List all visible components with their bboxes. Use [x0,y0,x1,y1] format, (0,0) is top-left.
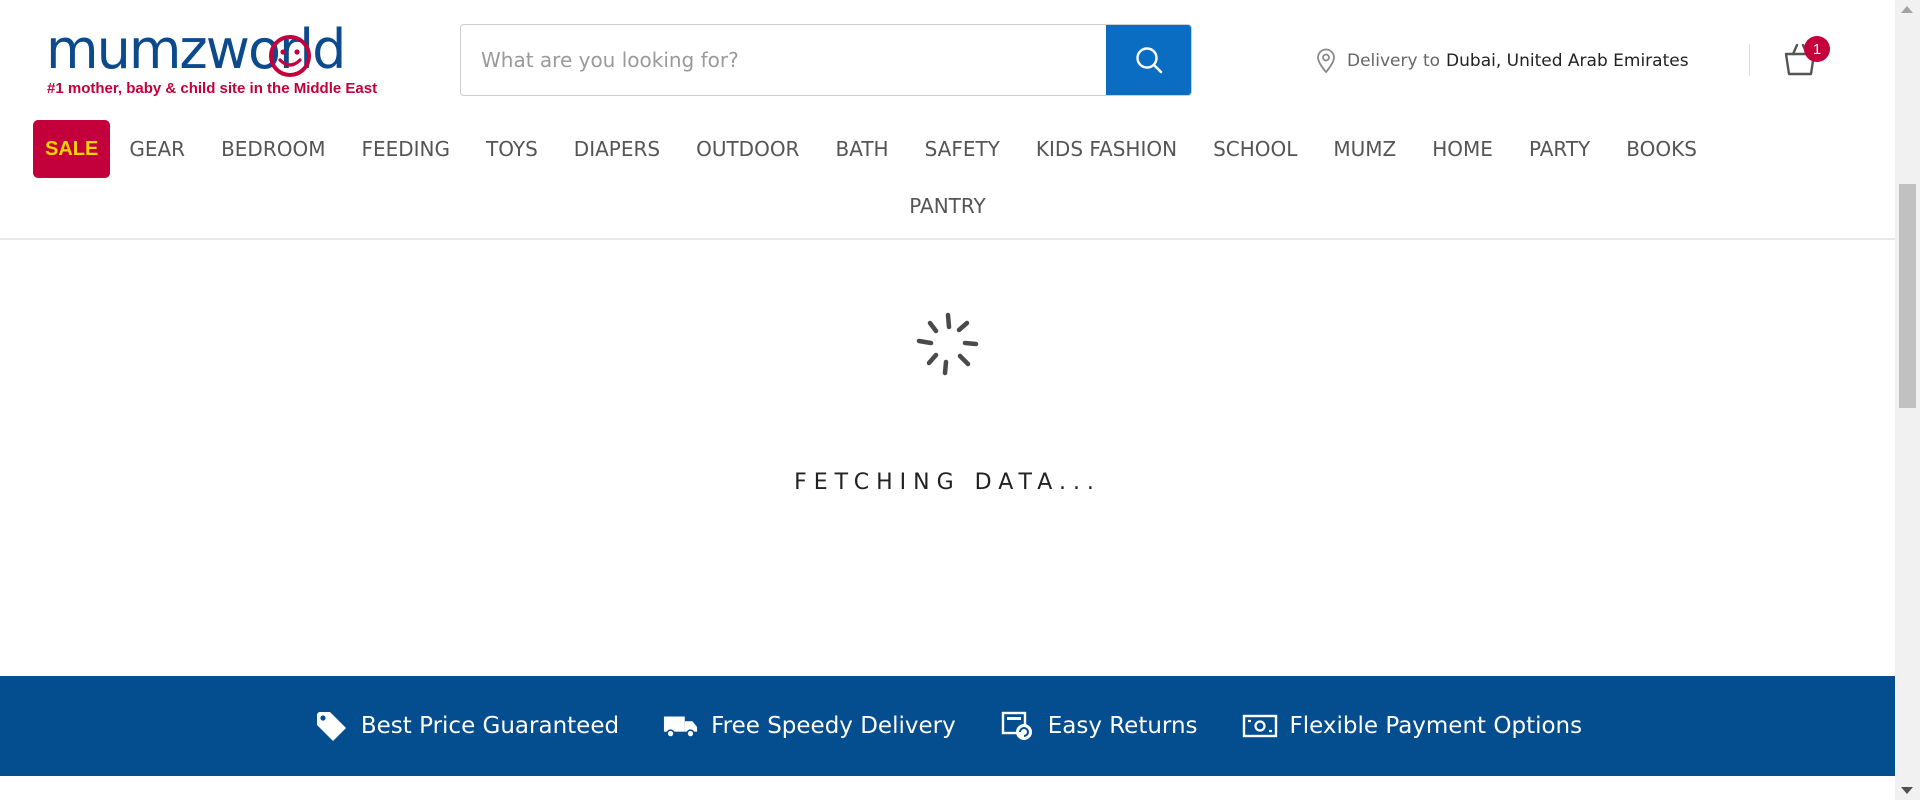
main-area: mumzworld #1 mother, baby & child site i… [0,0,1895,800]
site-header: mumzworld #1 mother, baby & child site i… [0,0,1895,240]
nav-item-outdoor[interactable]: OUTDOOR [696,137,799,161]
trust-label-payment: Flexible Payment Options [1289,713,1583,739]
nav-item-gear[interactable]: GEAR [129,137,185,161]
delivery-truck-icon [663,708,699,744]
trust-item-delivery: Free Speedy Delivery [663,708,956,744]
delivery-label: Delivery to [1347,51,1441,71]
category-nav-row: SALE GEAR BEDROOM FEEDING TOYS DIAPERS O… [33,120,1697,178]
cash-icon [1242,708,1278,744]
delivery-location[interactable]: Delivery to Dubai, United Arab Emirates [1315,46,1689,76]
nav-item-sale[interactable]: SALE [33,120,111,178]
page-scrollbar[interactable] [1895,0,1920,800]
header-divider [1749,44,1750,76]
trust-bar: Best Price Guaranteed Free Speedy Delive… [0,676,1895,776]
nav-item-party[interactable]: PARTY [1529,137,1590,161]
scroll-down-arrow-icon[interactable] [1901,787,1913,794]
mumzworld-logo[interactable]: mumzworld #1 mother, baby & child site i… [46,22,386,102]
trust-item-returns: Easy Returns [1000,708,1198,744]
scrollbar-thumb[interactable] [1899,184,1916,408]
price-tag-icon [313,708,349,744]
cart-count-badge: 1 [1804,36,1830,62]
trust-item-best-price: Best Price Guaranteed [313,708,619,744]
trust-label-best-price: Best Price Guaranteed [360,713,620,739]
nav-item-safety[interactable]: SAFETY [925,137,1000,161]
trust-item-payment: Flexible Payment Options [1242,708,1583,744]
nav-item-toys[interactable]: TOYS [486,137,538,161]
search-icon [1135,47,1162,74]
logo-tagline: #1 mother, baby & child site in the Midd… [47,80,378,97]
logo-smiley-icon [269,35,311,77]
nav-item-books[interactable]: BOOKS [1626,137,1697,161]
delivery-location-value: Dubai, United Arab Emirates [1446,51,1689,71]
trust-label-delivery: Free Speedy Delivery [711,713,956,739]
scroll-up-arrow-icon[interactable] [1901,6,1913,13]
nav-item-diapers[interactable]: DIAPERS [574,137,660,161]
loading-text: FETCHING DATA... [794,470,1101,495]
nav-item-bedroom[interactable]: BEDROOM [221,137,325,161]
nav-item-mumz[interactable]: MUMZ [1333,137,1396,161]
category-nav-row-2: PANTRY [0,194,1895,218]
search-button[interactable] [1106,25,1191,95]
trust-label-returns: Easy Returns [1047,713,1198,739]
nav-item-bath[interactable]: BATH [835,137,888,161]
nav-item-school[interactable]: SCHOOL [1213,137,1297,161]
nav-item-pantry[interactable]: PANTRY [909,194,985,218]
returns-icon [1000,708,1036,744]
search-bar [460,24,1192,96]
nav-item-home[interactable]: HOME [1432,137,1493,161]
page: mumzworld #1 mother, baby & child site i… [0,0,1920,800]
nav-item-feeding[interactable]: FEEDING [361,137,450,161]
location-pin-icon [1317,48,1335,74]
search-input[interactable] [461,25,1107,95]
spinner-icon [916,312,979,376]
nav-item-kids-fashion[interactable]: KIDS FASHION [1036,137,1177,161]
